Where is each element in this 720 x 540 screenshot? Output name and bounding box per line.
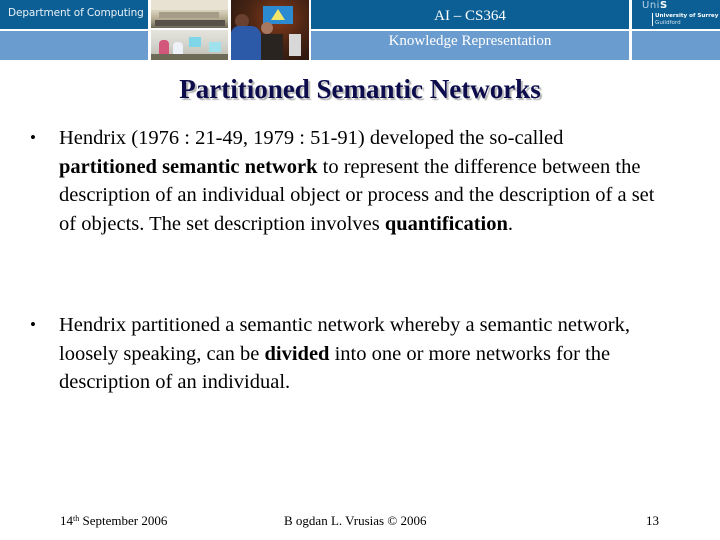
university-location: Guildford [655,19,681,26]
bullet-icon: • [30,128,36,147]
bullet-icon: • [30,315,36,334]
bullet-bold-term: quantification [384,212,508,235]
bullet-text: . [507,212,514,235]
course-code: AI – CS364 [434,8,506,24]
bullet-point-1: Hendrix (1976 : 21-49, 1979 : 51-91) dev… [59,124,659,238]
university-name-block: University of Surrey Guildford [652,13,718,26]
header-course-code-band: AI – CS364 [311,0,629,29]
logo-prefix: Uni [642,0,660,11]
slide-title: Partitioned Semantic Networks [179,74,541,104]
page-number: 13 [646,513,659,528]
bullet-bold-term: divided [264,342,330,365]
date-rest: September 2006 [79,513,168,528]
course-name: Knowledge Representation [388,33,552,49]
students-at-computers-photo [151,30,228,60]
students-presentation-photo [231,0,309,60]
bullet-text: Hendrix (1976 : 21-49, 1979 : 51-91) dev… [59,127,564,149]
date-day: 14 [60,513,73,528]
university-logo: UniS University of Surrey Guildford [632,0,720,29]
bullet-point-2: Hendrix partitioned a semantic network w… [59,311,659,397]
header-course-name-band: Knowledge Representation [311,31,629,60]
header-department-band: Department of Computing [0,0,148,29]
header-right-light-band [632,31,720,60]
logo-suffix: S [659,0,668,11]
header-left-light-band [0,31,148,60]
university-name: University of Surrey [655,13,719,19]
unis-logo-text: UniS [642,0,668,11]
bullet-bold-term: partitioned semantic network [59,155,318,178]
department-label: Department of Computing [8,7,144,19]
footer-author: B ogdan L. Vrusias © 2006 [284,513,427,528]
footer-date: 14th September 2006 [60,513,167,529]
computer-lab-photo [151,0,228,28]
